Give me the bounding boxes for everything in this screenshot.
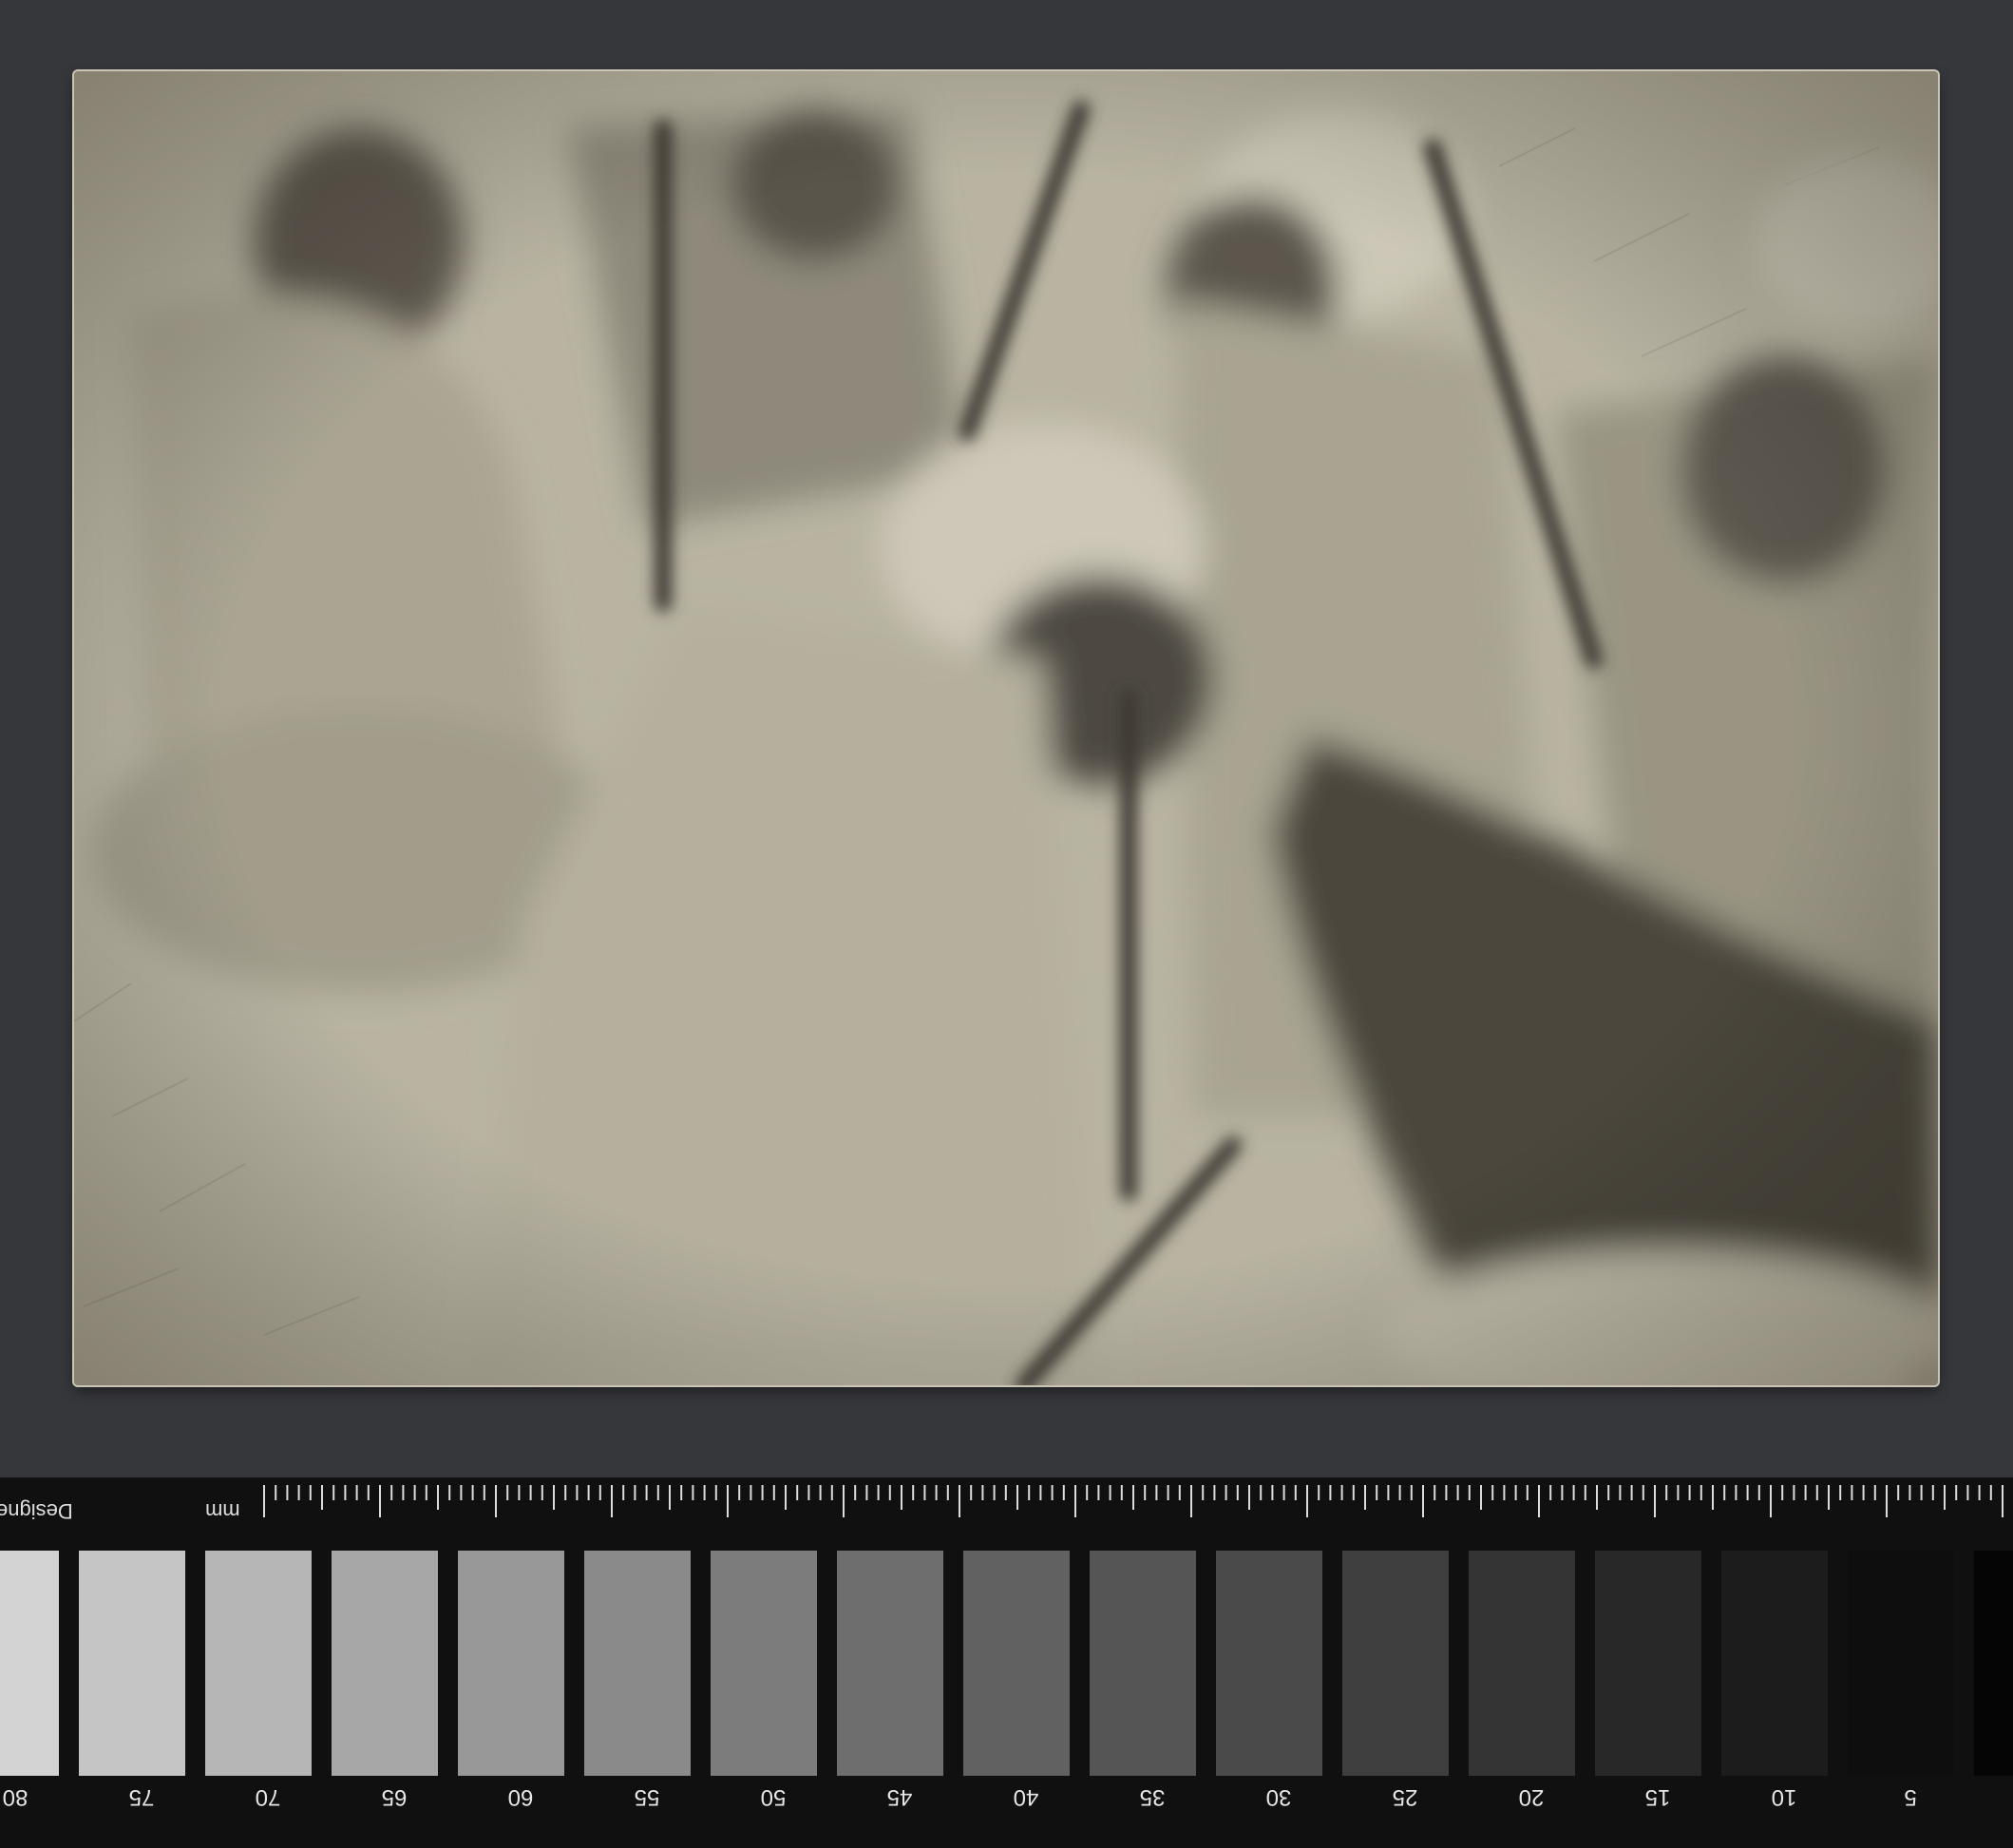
gray-patch xyxy=(1090,1551,1196,1776)
color-calibration-target: mm Designe 80 75 70 65 60 55 50 45 40 35 30 25 20 15 1… xyxy=(0,1477,2013,1848)
gray-patch xyxy=(837,1551,943,1776)
gray-patch-label: 15 xyxy=(1644,1784,1671,1810)
gray-patch xyxy=(332,1551,438,1776)
gray-patch xyxy=(1974,1551,2013,1776)
gray-patch xyxy=(584,1551,691,1776)
gray-patch-label: 80 xyxy=(2,1784,28,1810)
gray-patch xyxy=(1595,1551,1701,1776)
gray-patch-label: 35 xyxy=(1139,1784,1166,1810)
ruler-unit-label: mm xyxy=(205,1499,240,1523)
gray-patch-label: 65 xyxy=(381,1784,408,1810)
gray-patch xyxy=(205,1551,312,1776)
gray-patch-label: 30 xyxy=(1265,1784,1292,1810)
gray-patch xyxy=(79,1551,185,1776)
archival-photograph xyxy=(74,71,1938,1385)
gray-patch xyxy=(1469,1551,1575,1776)
gray-patch-label: 50 xyxy=(760,1784,787,1810)
gray-patch-label: 20 xyxy=(1518,1784,1545,1810)
gray-patch xyxy=(1721,1551,1828,1776)
gray-patch-label: 10 xyxy=(1771,1784,1797,1810)
gray-patch-label: 5 xyxy=(1904,1784,1917,1810)
gray-patch xyxy=(1216,1551,1322,1776)
gray-patch-label: 45 xyxy=(886,1784,913,1810)
mm-ruler: mm Designe xyxy=(0,1477,2013,1552)
gray-patch xyxy=(0,1551,59,1776)
gray-patch-label: 25 xyxy=(1392,1784,1418,1810)
gray-patch xyxy=(458,1551,564,1776)
gray-patch-label: 70 xyxy=(255,1784,281,1810)
gray-patch-label: 75 xyxy=(128,1784,155,1810)
photograph-image xyxy=(74,71,1938,1385)
gray-patch xyxy=(711,1551,817,1776)
gray-patch xyxy=(963,1551,1070,1776)
gray-patch xyxy=(1342,1551,1449,1776)
gray-patch-label: 40 xyxy=(1013,1784,1039,1810)
gray-patch-label: 60 xyxy=(507,1784,534,1810)
ruler-brand-label: Designe xyxy=(0,1499,73,1523)
gray-patch xyxy=(1848,1551,1954,1776)
ruler-ticks xyxy=(263,1485,2004,1517)
gray-patch-label: 55 xyxy=(634,1784,660,1810)
